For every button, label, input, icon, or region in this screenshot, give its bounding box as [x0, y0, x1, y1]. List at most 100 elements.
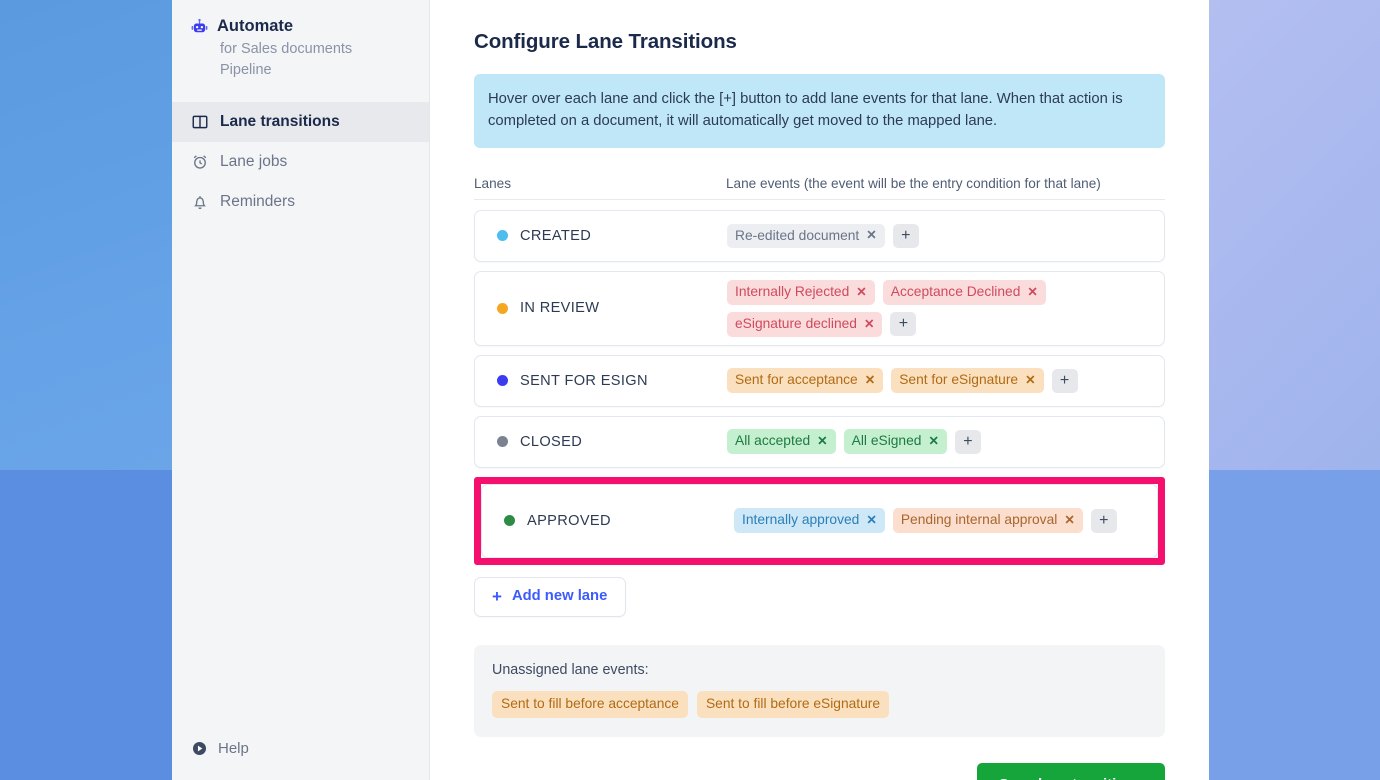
lane-name-cell: SENT FOR ESIGN [475, 373, 727, 389]
lane-status-dot [497, 230, 508, 242]
lane-event-tag[interactable]: All eSigned ✕ [843, 429, 947, 455]
save-lane-transitions-button[interactable]: Save lane tansitions [976, 762, 1165, 780]
lane-name: APPROVED [527, 512, 611, 529]
lane-name-cell: CREATED [475, 228, 727, 244]
remove-tag-icon[interactable]: ✕ [1064, 513, 1074, 527]
remove-tag-icon[interactable]: ✕ [865, 373, 875, 387]
lane-event-tag[interactable]: Pending internal approval ✕ [892, 508, 1083, 534]
wallpaper-right-top [1209, 0, 1380, 470]
remove-tag-icon[interactable]: ✕ [866, 228, 876, 242]
add-lane-event-button[interactable]: + [1090, 508, 1117, 533]
help-label: Help [218, 740, 249, 757]
add-lane-event-button[interactable]: + [954, 429, 981, 454]
remove-tag-icon[interactable]: ✕ [1025, 373, 1035, 387]
lane-name: CLOSED [520, 433, 583, 450]
footer-actions: Save lane tansitions [474, 762, 1165, 780]
lane-event-tag[interactable]: eSignature declined ✕ [727, 311, 883, 337]
add-new-lane-label: Add new lane [511, 588, 608, 605]
lane-event-label: eSignature declined [735, 315, 857, 331]
lane-events-cell: Internally approved ✕ Pending internal a… [734, 508, 1157, 534]
add-lane-event-button[interactable]: + [892, 223, 919, 248]
play-circle-icon [190, 739, 209, 758]
lane-event-tag[interactable]: Sent for eSignature ✕ [891, 368, 1044, 394]
robot-icon [190, 18, 209, 37]
remove-tag-icon[interactable]: ✕ [864, 317, 874, 331]
lane-events-cell: Re-edited document ✕ + [727, 223, 1164, 249]
lane-name-cell: APPROVED [482, 513, 734, 529]
brand-subtitle: for Sales documents Pipeline [220, 41, 353, 78]
lane-event-label: Pending internal approval [900, 512, 1058, 528]
lane-row[interactable]: CREATED Re-edited document ✕ + [474, 209, 1165, 262]
lane-row[interactable]: APPROVED Internally approved ✕ Pending i… [481, 483, 1158, 558]
lane-event-tag[interactable]: Internally Rejected ✕ [727, 279, 875, 305]
unassigned-label: Unassigned lane events: [492, 661, 649, 678]
lane-events-cell: Internally Rejected ✕ Acceptance Decline… [727, 279, 1164, 337]
main-content: Configure Lane Transitions Hover over ea… [430, 0, 1209, 780]
lane-event-label: Internally approved [742, 512, 860, 528]
lane-event-label: All accepted [735, 433, 811, 449]
lane-status-dot [504, 515, 515, 527]
sidebar-item-lane-jobs[interactable]: Lane jobs [172, 142, 429, 182]
page-title: Configure Lane Transitions [474, 30, 737, 53]
lane-row[interactable]: IN REVIEW Internally Rejected ✕ Acceptan… [474, 270, 1165, 346]
remove-tag-icon[interactable]: ✕ [1027, 285, 1037, 299]
lane-event-label: Sent for acceptance [735, 372, 858, 388]
lane-event-label: Acceptance Declined [890, 283, 1021, 299]
lane-name-cell: IN REVIEW [475, 300, 727, 316]
lane-status-dot [497, 375, 508, 387]
unassigned-tag-list: Sent to fill before acceptance Sent to f… [492, 690, 1147, 718]
bell-icon [190, 193, 209, 212]
lane-event-tag[interactable]: Acceptance Declined ✕ [882, 279, 1046, 305]
remove-tag-icon[interactable]: ✕ [856, 285, 866, 299]
lane-events-cell: Sent for acceptance ✕ Sent for eSignatur… [727, 368, 1164, 394]
sidebar-item-reminders[interactable]: Reminders [172, 182, 429, 222]
remove-tag-icon[interactable]: ✕ [817, 434, 827, 448]
remove-tag-icon[interactable]: ✕ [928, 434, 938, 448]
wallpaper-left-bottom [0, 470, 172, 780]
wallpaper-left-top [0, 0, 172, 470]
lane-list: CREATED Re-edited document ✕ + IN REVIEW… [474, 209, 1165, 565]
sidebar-item-label: Reminders [220, 193, 295, 211]
info-banner: Hover over each lane and click the [+] b… [474, 74, 1165, 148]
lane-name: CREATED [520, 227, 592, 244]
lane-name: IN REVIEW [520, 300, 600, 317]
sidebar-item-lane-transitions[interactable]: Lane transitions [172, 102, 429, 143]
lane-row[interactable]: CLOSED All accepted ✕ All eSigned ✕ + [474, 415, 1165, 468]
remove-tag-icon[interactable]: ✕ [866, 513, 876, 527]
lane-event-label: Sent for eSignature [899, 372, 1019, 388]
unassigned-lane-events-panel: Unassigned lane events: Sent to fill bef… [474, 644, 1165, 737]
column-header-lanes: Lanes [474, 175, 512, 191]
lane-events-cell: All accepted ✕ All eSigned ✕ + [727, 429, 1164, 455]
desktop-background: Automate for Sales documents Pipeline La… [0, 0, 1380, 780]
highlight-annotation-box: APPROVED Internally approved ✕ Pending i… [474, 476, 1165, 565]
unassigned-tag[interactable]: Sent to fill before acceptance [492, 690, 688, 718]
plus-icon: + [492, 586, 502, 606]
lane-status-dot [497, 436, 508, 448]
lane-name: SENT FOR ESIGN [520, 372, 648, 389]
lane-name-cell: CLOSED [475, 434, 727, 450]
lane-event-tag[interactable]: Sent for acceptance ✕ [727, 368, 884, 394]
unassigned-tag[interactable]: Sent to fill before eSignature [696, 690, 890, 718]
column-header-lane-events: Lane events (the event will be the entry… [726, 175, 1101, 191]
add-new-lane-button[interactable]: + Add new lane [474, 576, 627, 617]
lane-event-tag[interactable]: All accepted ✕ [727, 429, 836, 455]
lane-row[interactable]: SENT FOR ESIGN Sent for acceptance ✕ Sen… [474, 354, 1165, 407]
lane-event-label: Re-edited document [735, 227, 860, 243]
app-window: Automate for Sales documents Pipeline La… [172, 0, 1209, 780]
sidebar-item-label: Lane transitions [220, 113, 340, 131]
lane-event-label: Internally Rejected [735, 283, 850, 299]
sidebar: Automate for Sales documents Pipeline La… [172, 0, 430, 780]
lane-status-dot [497, 302, 508, 314]
add-lane-event-button[interactable]: + [1051, 368, 1078, 393]
lane-event-tag[interactable]: Internally approved ✕ [734, 508, 885, 534]
alarm-clock-icon [190, 153, 209, 172]
brand-title: Automate [217, 17, 294, 35]
brand-block: Automate for Sales documents Pipeline [172, 0, 429, 86]
columns-icon [190, 113, 209, 132]
add-lane-event-button[interactable]: + [890, 312, 917, 337]
lane-event-tag[interactable]: Re-edited document ✕ [727, 223, 885, 249]
sidebar-item-label: Lane jobs [220, 153, 288, 171]
help-link[interactable]: Help [190, 739, 249, 758]
sidebar-nav: Lane transitions Lane jobs Reminders [172, 102, 429, 222]
lane-table-header: Lanes Lane events (the event will be the… [474, 176, 1165, 200]
